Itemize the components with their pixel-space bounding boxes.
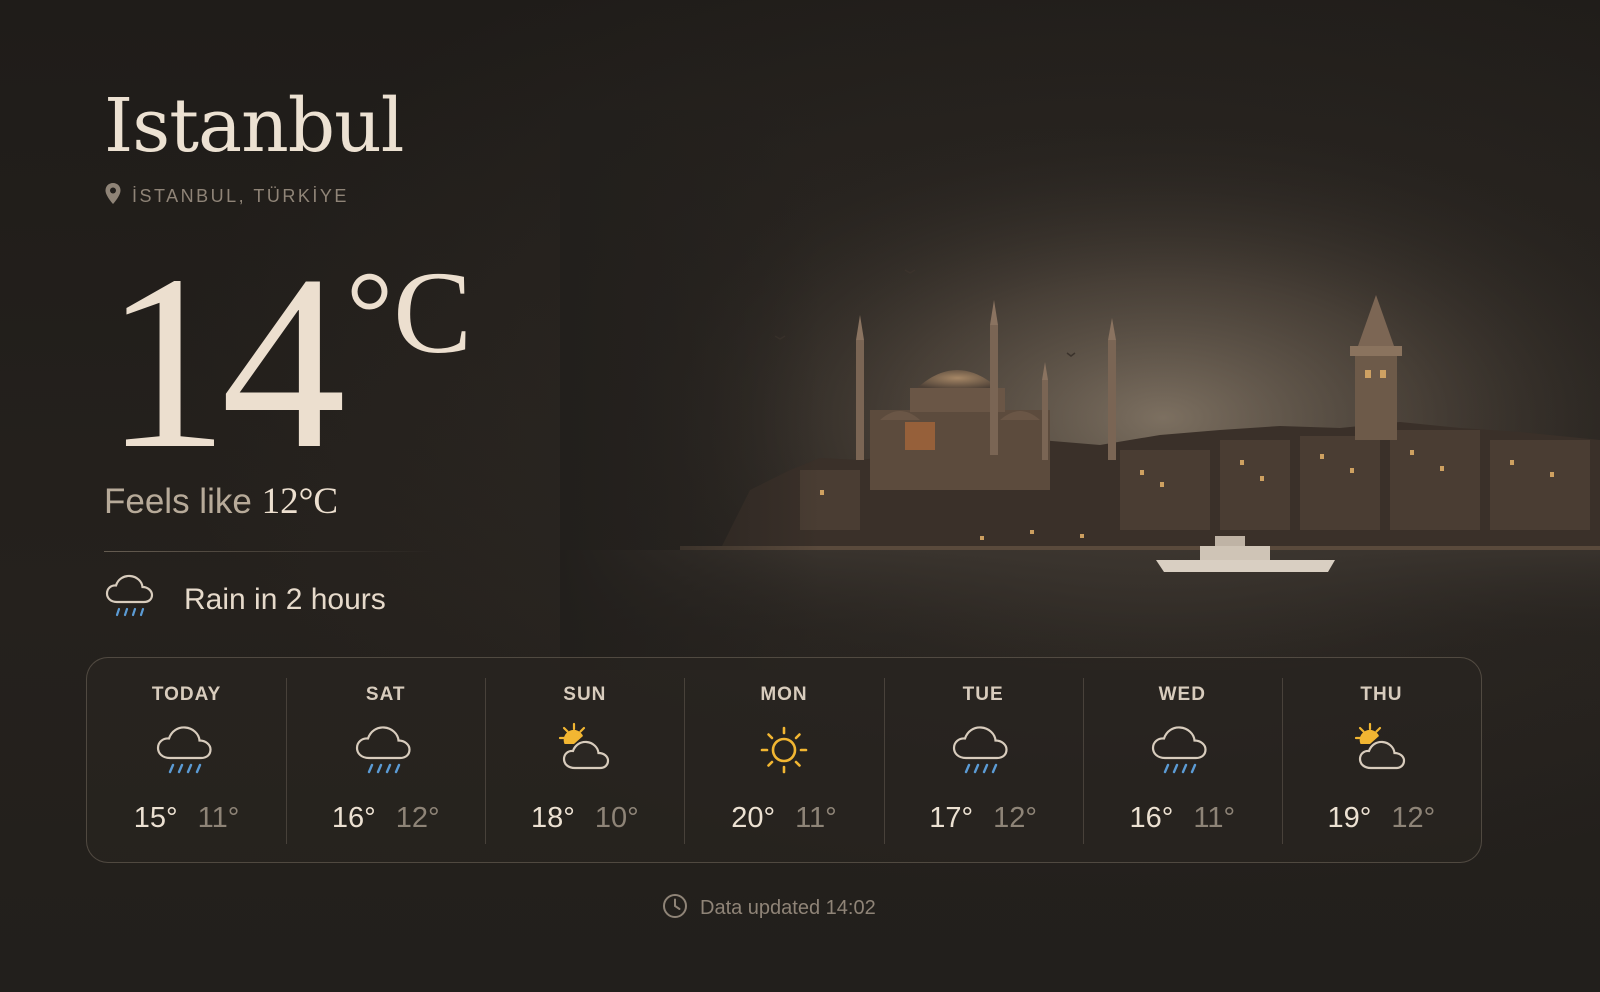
current-temperature: 14 °C — [104, 238, 472, 488]
forecast-high: 17° — [929, 802, 974, 834]
forecast-day-today[interactable]: TODAY 15° 11° — [87, 658, 286, 862]
forecast-low: 12° — [1391, 802, 1436, 834]
rain-icon — [104, 572, 156, 627]
forecast-day-wed[interactable]: WED 16° 11° — [1082, 658, 1282, 862]
temperature-value: 14 — [104, 224, 346, 501]
rain-icon — [351, 720, 421, 784]
forecast-high: 18° — [530, 802, 575, 834]
forecast-day-sat[interactable]: SAT 16° 12° — [286, 658, 485, 862]
location: İSTANBUL, TÜRKİYE — [104, 182, 349, 211]
forecast-day-mon[interactable]: MON 20° 11° — [684, 658, 883, 862]
feels-like: Feels like 12°C — [104, 480, 338, 523]
rain-alert: Rain in 2 hours — [104, 572, 386, 627]
rain-icon — [948, 720, 1018, 784]
partly-cloudy-icon — [550, 720, 620, 784]
forecast-temps: 17° 12° — [929, 802, 1037, 835]
rain-icon — [152, 720, 222, 784]
forecast-high: 16° — [331, 802, 376, 834]
forecast-day-thu[interactable]: THU 19° 12° — [1281, 658, 1481, 862]
clock-icon — [662, 893, 688, 924]
forecast-high: 15° — [133, 802, 178, 834]
location-label: İSTANBUL, TÜRKİYE — [132, 186, 349, 206]
forecast-low: 12° — [395, 802, 440, 834]
forecast-day-name: TUE — [962, 684, 1004, 705]
rain-alert-text: Rain in 2 hours — [184, 582, 386, 616]
forecast-low: 11° — [197, 802, 240, 834]
feels-like-label: Feels like — [104, 482, 252, 521]
forecast-low: 11° — [795, 802, 837, 834]
forecast-high: 20° — [731, 802, 776, 834]
location-pin-icon — [104, 182, 122, 211]
forecast-temps: 18° 10° — [531, 802, 639, 835]
temperature-unit: °C — [346, 247, 472, 378]
forecast-day-name: TODAY — [151, 684, 222, 705]
forecast-temps: 20° 11° — [731, 802, 837, 835]
forecast-temps: 16° 12° — [332, 802, 440, 835]
feels-like-value: 12°C — [261, 481, 339, 522]
forecast-day-tue[interactable]: TUE 17° 12° — [883, 658, 1083, 862]
partly-cloudy-icon — [1346, 720, 1416, 784]
forecast-low: 12° — [993, 802, 1037, 834]
data-updated: Data updated 14:02 — [662, 893, 876, 924]
forecast-day-name: SUN — [563, 684, 607, 705]
sun-icon — [749, 720, 819, 784]
forecast-temps: 15° 11° — [134, 802, 240, 835]
forecast-temps: 19° 12° — [1328, 802, 1436, 835]
forecast-temps: 16° 11° — [1129, 802, 1235, 835]
weather-page: Istanbul İSTANBUL, TÜRKİYE 14 °C Feels l… — [0, 0, 1600, 992]
forecast-high: 19° — [1327, 802, 1372, 834]
forecast-day-sun[interactable]: SUN 18° 10° — [485, 658, 684, 862]
forecast-day-name: WED — [1158, 684, 1206, 705]
divider — [104, 551, 434, 552]
forecast-low: 10° — [594, 802, 639, 834]
seven-day-forecast: TODAY 15° 11° SAT 16° 12° SUN 18° 10° MO… — [86, 657, 1482, 863]
forecast-day-name: MON — [760, 684, 808, 705]
city-name: Istanbul — [104, 83, 404, 169]
data-updated-text: Data updated 14:02 — [700, 897, 876, 919]
rain-icon — [1147, 720, 1217, 784]
forecast-day-name: THU — [1360, 684, 1403, 705]
forecast-high: 16° — [1129, 802, 1174, 834]
forecast-day-name: SAT — [365, 684, 406, 705]
forecast-low: 11° — [1193, 802, 1236, 834]
istanbul-skyline-photo — [560, 110, 1600, 670]
